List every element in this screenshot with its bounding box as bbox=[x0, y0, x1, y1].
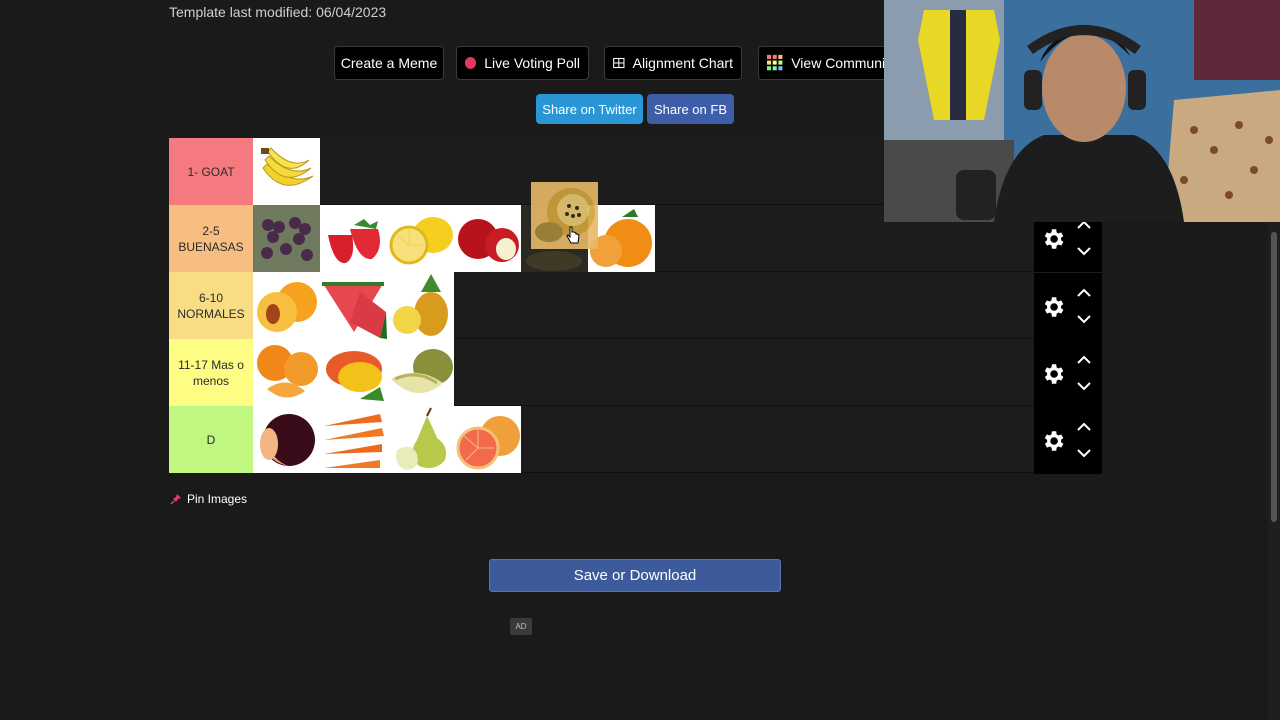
tier-label[interactable]: 6-10 NORMALES bbox=[169, 272, 253, 339]
gear-icon[interactable] bbox=[1040, 294, 1066, 320]
grid-icon bbox=[613, 57, 625, 69]
share-twitter-label: Share on Twitter bbox=[542, 101, 637, 117]
item-banana[interactable] bbox=[253, 138, 320, 205]
gear-icon[interactable] bbox=[1040, 226, 1066, 252]
item-carrot[interactable] bbox=[320, 406, 387, 473]
view-community-label: View Communit bbox=[791, 55, 889, 71]
chevron-down-icon[interactable] bbox=[1076, 243, 1092, 259]
tier-label[interactable]: 2-5 BUENASAS bbox=[169, 205, 253, 272]
item-grapefruit[interactable] bbox=[454, 406, 521, 473]
create-meme-button[interactable]: Create a Meme bbox=[334, 46, 444, 80]
item-orange[interactable] bbox=[588, 205, 655, 272]
live-voting-label: Live Voting Poll bbox=[484, 55, 580, 71]
gear-icon[interactable] bbox=[1040, 428, 1066, 454]
chevron-down-icon[interactable] bbox=[1076, 311, 1092, 327]
item-melon[interactable] bbox=[387, 339, 454, 406]
share-twitter-button[interactable]: Share on Twitter bbox=[536, 94, 643, 124]
page-scrollbar[interactable] bbox=[1268, 222, 1280, 720]
gear-icon[interactable] bbox=[1040, 361, 1066, 387]
item-grapes[interactable] bbox=[253, 205, 320, 272]
share-fb-button[interactable]: Share on FB bbox=[647, 94, 734, 124]
dragged-item-passion-fruit[interactable] bbox=[531, 182, 598, 249]
tier-label[interactable]: 1- GOAT bbox=[169, 138, 253, 205]
item-mango[interactable] bbox=[320, 339, 387, 406]
pin-icon bbox=[170, 494, 181, 505]
item-pear[interactable] bbox=[387, 406, 454, 473]
tier-controls-3 bbox=[1034, 340, 1102, 407]
tiers-grid-icon bbox=[767, 54, 783, 71]
tier-row-d: D bbox=[169, 406, 1102, 473]
webcam-overlay bbox=[884, 0, 1280, 222]
hand-cursor-icon bbox=[566, 226, 580, 244]
item-plum[interactable] bbox=[253, 406, 320, 473]
chevron-up-icon[interactable] bbox=[1076, 352, 1092, 368]
tier-label[interactable]: 11-17 Mas o menos bbox=[169, 339, 253, 406]
pin-images-toggle[interactable]: Pin Images bbox=[170, 492, 247, 506]
save-label: Save or Download bbox=[573, 567, 697, 584]
tier-label[interactable]: D bbox=[169, 406, 253, 473]
scrollbar-thumb[interactable] bbox=[1271, 232, 1277, 522]
create-meme-label: Create a Meme bbox=[340, 55, 438, 71]
alignment-chart-button[interactable]: Alignment Chart bbox=[604, 46, 742, 80]
chevron-up-icon[interactable] bbox=[1076, 419, 1092, 435]
live-voting-poll-button[interactable]: Live Voting Poll bbox=[456, 46, 589, 80]
tier-controls-2 bbox=[1034, 273, 1102, 340]
item-pineapple[interactable] bbox=[387, 272, 454, 339]
item-strawberry[interactable] bbox=[320, 205, 387, 272]
alignment-chart-label: Alignment Chart bbox=[632, 55, 733, 71]
item-peach[interactable] bbox=[253, 272, 320, 339]
item-apple[interactable] bbox=[454, 205, 521, 272]
chevron-down-icon[interactable] bbox=[1076, 378, 1092, 394]
view-community-button[interactable]: View Communit bbox=[758, 46, 898, 80]
share-fb-label: Share on FB bbox=[654, 101, 727, 117]
chevron-up-icon[interactable] bbox=[1076, 285, 1092, 301]
tier-controls-4 bbox=[1034, 407, 1102, 474]
live-dot-icon bbox=[465, 57, 477, 69]
tier-row-normales: 6-10 NORMALES bbox=[169, 272, 1102, 339]
ad-badge: AD bbox=[510, 618, 532, 635]
tier-row-mas-o-menos: 11-17 Mas o menos bbox=[169, 339, 1102, 406]
item-tangerine[interactable] bbox=[253, 339, 320, 406]
pin-images-label: Pin Images bbox=[187, 492, 248, 506]
item-lemon[interactable] bbox=[387, 205, 454, 272]
item-watermelon[interactable] bbox=[320, 272, 387, 339]
chevron-down-icon[interactable] bbox=[1076, 445, 1092, 461]
save-or-download-button[interactable]: Save or Download bbox=[489, 559, 781, 592]
template-last-modified: Template last modified: 06/04/2023 bbox=[169, 4, 387, 20]
